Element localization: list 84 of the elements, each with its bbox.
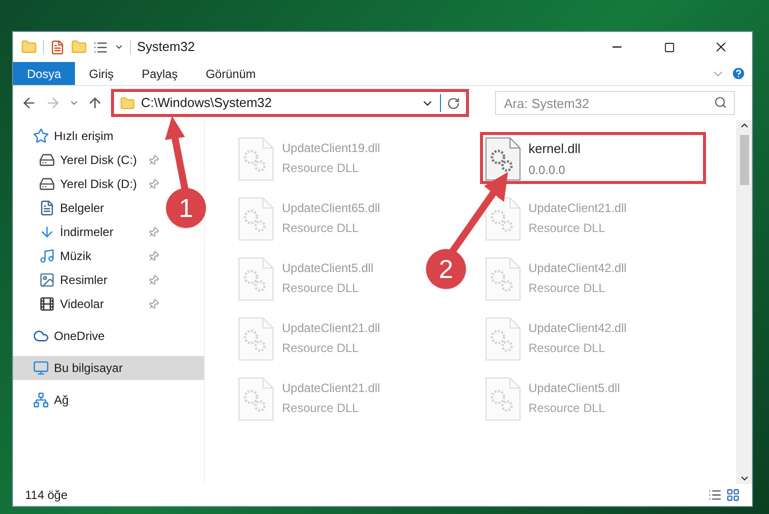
film-icon <box>39 296 55 312</box>
up-icon[interactable] <box>87 95 103 111</box>
item-count: 114 öğe <box>25 487 68 504</box>
tiles-view-icon[interactable] <box>726 488 740 502</box>
address-field[interactable]: C:\Windows\System32 <box>111 89 469 117</box>
maximize-icon <box>664 42 674 52</box>
file-name: UpdateClient21.dll <box>282 320 380 337</box>
gear-file-icon <box>484 197 520 241</box>
sidebar-item[interactable]: Ağ <box>13 388 161 412</box>
document-icon <box>39 200 55 216</box>
ribbon-tab[interactable]: Dosya <box>13 62 76 85</box>
back-icon[interactable] <box>21 95 37 111</box>
music-note-icon <box>39 248 55 264</box>
drive-icon <box>39 152 55 168</box>
file-tile[interactable]: kernel.dll 0.0.0.0 <box>480 132 706 184</box>
sidebar-label: Hızlı erişim <box>54 128 114 145</box>
sidebar-label: Müzik <box>60 248 92 265</box>
file-name: UpdateClient5.dll <box>282 260 374 277</box>
monitor-icon <box>33 360 49 376</box>
gear-file-icon <box>238 377 274 421</box>
file-name: UpdateClient65.dll <box>282 200 380 217</box>
search-icon <box>714 96 727 109</box>
file-name: UpdateClient21.dll <box>528 200 627 217</box>
sidebar-label: Belgeler <box>60 200 106 217</box>
file-name: UpdateClient42.dll <box>528 320 627 337</box>
details-view-icon[interactable] <box>708 488 722 502</box>
gear-file-icon <box>484 257 520 301</box>
file-description: Resource DLL <box>282 400 360 417</box>
file-description: Resource DLL <box>282 340 360 357</box>
sidebar-label: İndirmeler <box>60 224 114 241</box>
file-description: 0.0.0.0 <box>528 162 566 178</box>
ribbon-tab[interactable]: Görünüm <box>192 62 270 85</box>
file-description: Resource DLL <box>528 280 606 297</box>
address-path: C:\Windows\System32 <box>141 94 273 112</box>
customize-toolbar-icon[interactable] <box>93 40 108 54</box>
gear-file-icon <box>238 257 274 301</box>
gear-file-icon <box>238 197 274 241</box>
gear-file-icon <box>238 137 274 181</box>
sidebar-label: Ağ <box>54 392 70 409</box>
gear-file-icon <box>238 317 274 361</box>
cloud-icon <box>33 328 49 344</box>
sidebar-item[interactable]: OneDrive <box>13 324 161 348</box>
folder-icon <box>120 96 135 110</box>
sidebar-item[interactable]: Belgeler <box>13 196 161 220</box>
gear-file-icon <box>484 377 520 421</box>
gear-file-icon <box>484 317 520 361</box>
file-name: UpdateClient42.dll <box>528 260 627 277</box>
sidebar-label: OneDrive <box>54 328 106 345</box>
sidebar-item[interactable]: Yerel Disk (D:) <box>13 172 161 196</box>
sidebar-item[interactable]: İndirmeler <box>13 220 161 244</box>
star-icon <box>33 128 49 144</box>
ribbon-tab[interactable]: Giriş <box>75 62 128 85</box>
sidebar-item[interactable]: Yerel Disk (C:) <box>13 148 161 172</box>
sidebar-item[interactable]: Müzik <box>13 244 161 268</box>
file-description: Resource DLL <box>282 280 360 297</box>
help-icon[interactable] <box>731 66 746 81</box>
sidebar-label: Yerel Disk (C:) <box>60 152 138 169</box>
sidebar-label: Videolar <box>60 296 105 313</box>
sidebar-label: Resimler <box>60 272 108 289</box>
file-name: UpdateClient21.dll <box>282 380 380 397</box>
drive-icon <box>39 176 55 192</box>
file-description: Resource DLL <box>528 400 606 417</box>
refresh-icon[interactable] <box>447 96 460 110</box>
scrollbar-thumb[interactable] <box>740 135 748 185</box>
picture-icon <box>39 272 55 288</box>
sidebar-label: Bu bilgisayar <box>54 360 124 377</box>
search-field[interactable]: Ara: System32 <box>495 91 735 115</box>
file-description: Resource DLL <box>528 340 606 357</box>
gear-file-icon <box>484 137 520 181</box>
sidebar-item[interactable]: Hızlı erişim <box>13 124 161 148</box>
file-description: Resource DLL <box>282 160 360 177</box>
file-description: Resource DLL <box>528 220 606 237</box>
window-title: System32 <box>137 38 195 56</box>
scrollbar[interactable] <box>736 120 752 484</box>
network-icon <box>33 392 49 408</box>
file-name: UpdateClient5.dll <box>528 380 620 397</box>
sidebar-label: Yerel Disk (D:) <box>60 176 138 193</box>
file-name: UpdateClient19.dll <box>282 140 380 157</box>
file-description: Resource DLL <box>282 220 360 237</box>
sidebar-item[interactable]: Resimler <box>13 268 161 292</box>
file-name: kernel.dll <box>528 140 581 158</box>
ribbon-tab[interactable]: Paylaş <box>128 62 192 85</box>
sidebar-item[interactable]: Bu bilgisayar <box>13 356 204 380</box>
sidebar-item[interactable]: Videolar <box>13 292 161 316</box>
